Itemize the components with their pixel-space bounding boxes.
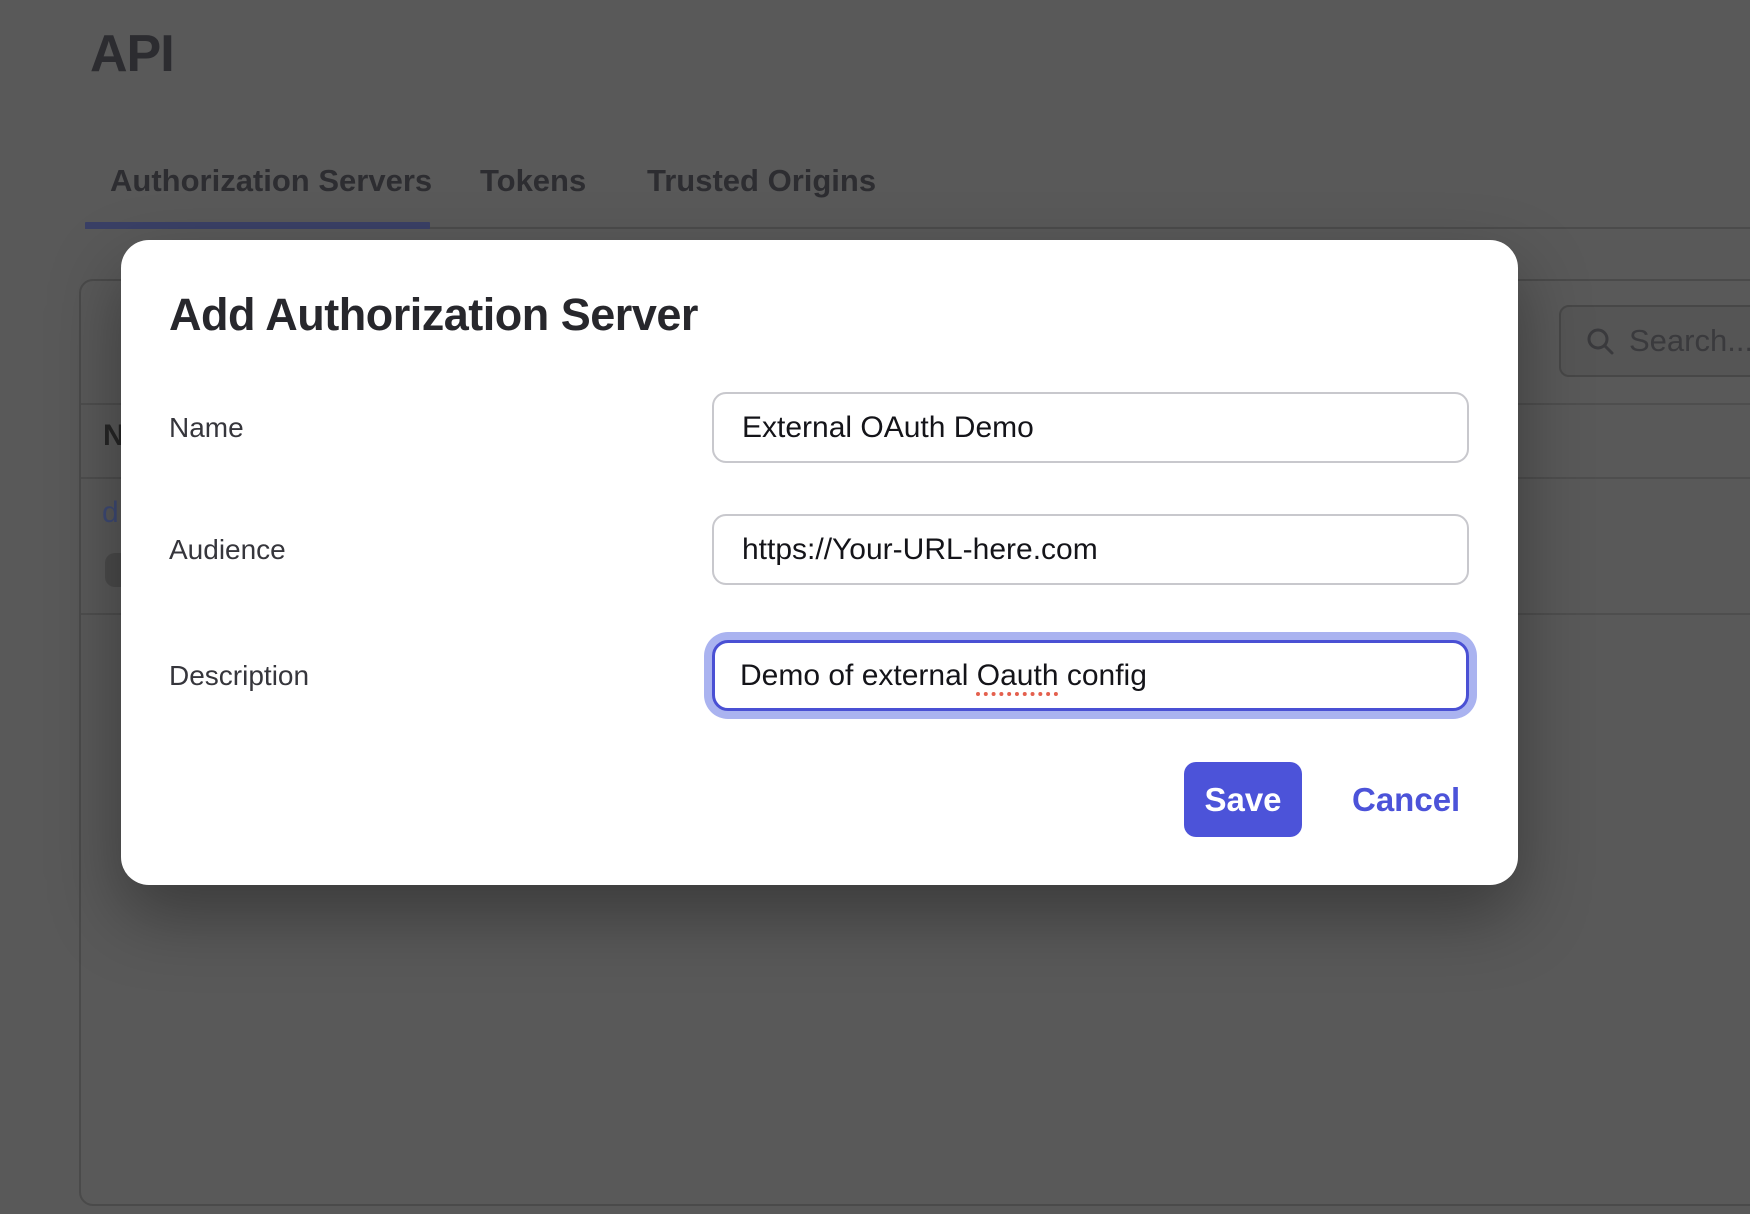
description-label: Description	[169, 640, 309, 711]
name-field[interactable]	[712, 392, 1469, 463]
description-field[interactable]: Demo of external Oauth config	[712, 640, 1469, 711]
add-authorization-server-dialog: Add Authorization Server Name Audience D…	[121, 240, 1518, 885]
tab-trusted-origins[interactable]: Trusted Origins	[647, 164, 876, 198]
table-row-link-partial[interactable]: d	[102, 498, 119, 528]
search-input[interactable]: Search...	[1559, 305, 1750, 377]
name-label: Name	[169, 392, 244, 463]
description-text: Demo of external	[740, 659, 977, 692]
tab-authorization-servers[interactable]: Authorization Servers	[110, 164, 432, 198]
description-misspelled-word: Oauth	[977, 659, 1059, 692]
audience-label: Audience	[169, 514, 286, 585]
audience-field[interactable]	[712, 514, 1469, 585]
dialog-title: Add Authorization Server	[169, 290, 698, 340]
description-text: config	[1059, 659, 1147, 692]
search-icon	[1585, 326, 1615, 356]
search-placeholder: Search...	[1629, 323, 1750, 359]
page-title: API	[90, 26, 174, 83]
cancel-button[interactable]: Cancel	[1352, 762, 1460, 837]
tab-tokens[interactable]: Tokens	[480, 164, 586, 198]
active-tab-underline	[85, 222, 430, 229]
save-button[interactable]: Save	[1184, 762, 1302, 837]
